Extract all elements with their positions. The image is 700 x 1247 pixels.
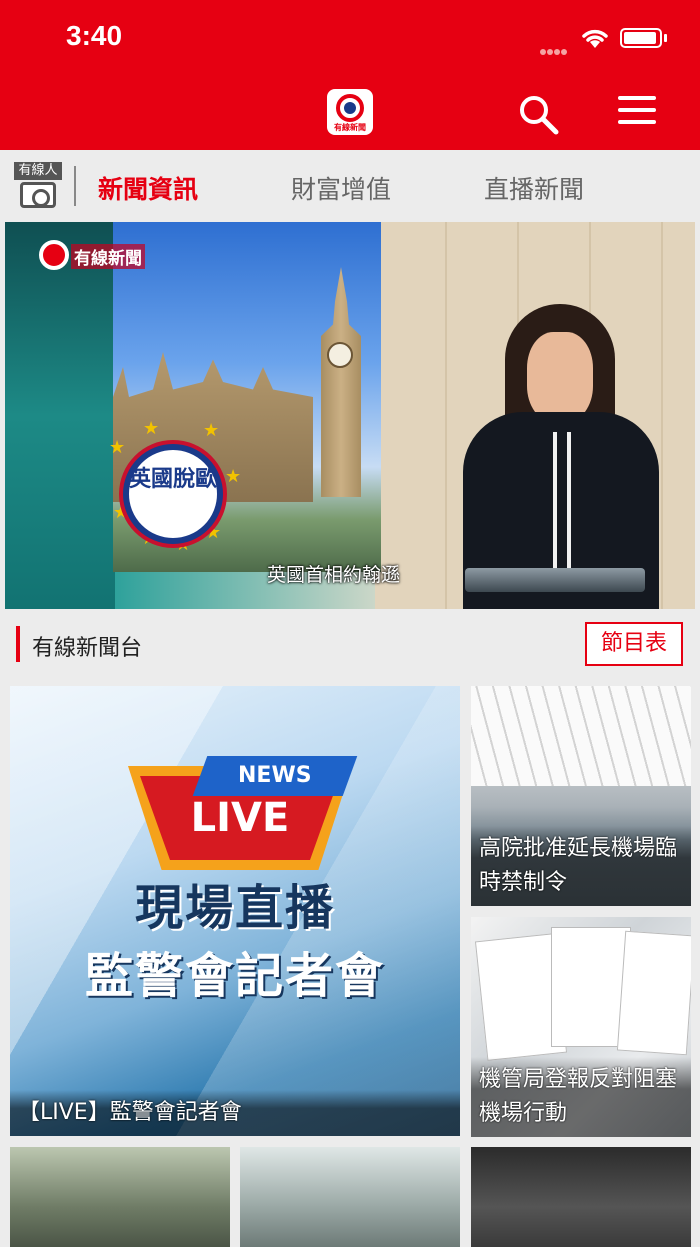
- section-accent-bar: [16, 626, 20, 662]
- menu-line: [618, 120, 656, 124]
- menu-button[interactable]: [618, 96, 662, 132]
- news-card-thumbnail[interactable]: [471, 1147, 691, 1247]
- news-card-thumbnail[interactable]: [10, 1147, 230, 1247]
- video-subtitle: 英國首相約翰遜: [267, 564, 401, 586]
- anchor-face: [527, 332, 593, 422]
- section-header: 有線新聞台 節目表: [0, 610, 700, 682]
- category-tabs: 有線人 新聞資訊 財富增值 直播新聞: [0, 150, 700, 222]
- tab-news[interactable]: 新聞資訊: [98, 170, 198, 206]
- status-time: 3:40: [66, 20, 123, 51]
- news-card-airport[interactable]: 高院批准延長機場臨時禁制令: [471, 686, 691, 906]
- star-icon: ★: [203, 420, 220, 441]
- news-card-thumbnail[interactable]: [240, 1147, 460, 1247]
- status-bar: 3:40: [0, 0, 700, 80]
- logo-ring-icon: [336, 94, 364, 122]
- studio-panel: [5, 222, 115, 609]
- card-title: 機管局登報反對阻塞機場行動: [471, 1057, 691, 1137]
- news-card-newspaper[interactable]: 機管局登報反對阻塞機場行動: [471, 917, 691, 1137]
- menu-line: [618, 96, 656, 100]
- star-icon: ★: [225, 466, 242, 487]
- news-desk: [465, 568, 645, 592]
- live-video-player[interactable]: ★ ★ ★ ★ ★ ★ ★ ★ 英國脫歐 有線新聞 英國首相約翰遜: [5, 222, 695, 609]
- tab-live-news[interactable]: 直播新聞: [484, 170, 584, 206]
- channel-logo-text: 有線新聞: [71, 244, 145, 269]
- wifi-icon: [582, 29, 608, 48]
- brexit-badge-text: 英國脫歐: [129, 466, 218, 492]
- app-logo[interactable]: 有線新聞: [327, 89, 373, 135]
- card-title: 高院批准延長機場臨時禁制令: [471, 826, 691, 906]
- camera-label: 有線人: [14, 162, 62, 180]
- app-header: 有線新聞: [0, 80, 700, 150]
- brexit-badge: 英國脫歐: [123, 444, 223, 544]
- camera-body: [20, 182, 56, 208]
- live-headline-2: 監警會記者會: [84, 948, 385, 1004]
- battery-tip: [664, 34, 667, 42]
- tab-wealth[interactable]: 財富增值: [291, 170, 391, 206]
- newspaper-image: [616, 930, 691, 1056]
- news-tag-text: NEWS: [238, 763, 312, 788]
- clock-face-icon: [327, 342, 353, 368]
- camera-icon[interactable]: 有線人: [12, 162, 76, 212]
- news-tag: NEWS: [192, 756, 358, 796]
- channel-logo-icon: [39, 240, 69, 270]
- search-button[interactable]: [516, 92, 560, 136]
- anchor-jacket-trim: [553, 432, 571, 572]
- section-title: 有線新聞台: [32, 636, 143, 661]
- star-icon: ★: [109, 437, 126, 458]
- camera-divider: [74, 166, 76, 206]
- star-icon: ★: [143, 418, 160, 439]
- cellular-signal-icon: [540, 40, 574, 55]
- menu-line: [618, 108, 656, 112]
- logo-text: 有線新聞: [334, 123, 366, 132]
- battery-icon: [620, 28, 662, 48]
- card-title: 【LIVE】監警會記者會: [10, 1090, 460, 1136]
- live-headline-1: 現場直播: [134, 880, 335, 936]
- airport-image: [471, 686, 691, 786]
- big-ben-image: [321, 267, 361, 497]
- schedule-button[interactable]: 節目表: [585, 622, 683, 666]
- news-card-live[interactable]: LIVE NEWS 現場直播 監警會記者會 【LIVE】監警會記者會: [10, 686, 460, 1136]
